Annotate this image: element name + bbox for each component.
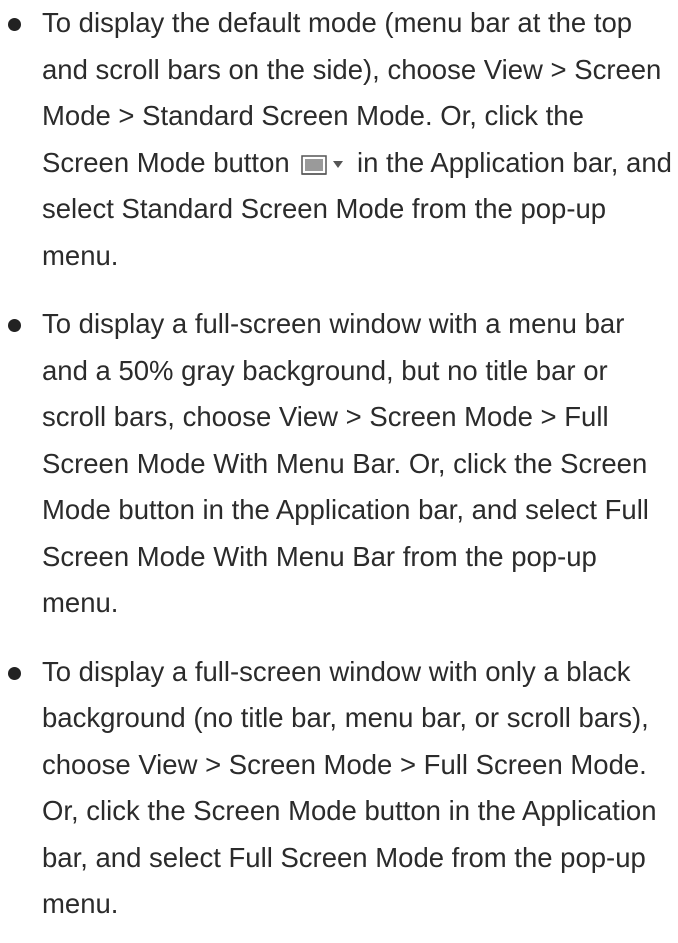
dropdown-arrow-icon <box>333 160 344 168</box>
list-item-standard-screen-mode: To display the default mode (menu bar at… <box>0 0 678 279</box>
list-item-full-screen-mode: To display a full-screen window with onl… <box>0 649 678 928</box>
list-item-full-screen-with-menu-bar: To display a full-screen window with a m… <box>0 301 678 627</box>
bullet-dot <box>8 18 21 31</box>
bullet-dot <box>8 666 21 680</box>
paragraph: To display the default mode (menu bar at… <box>42 0 674 279</box>
bullet-list: To display the default mode (menu bar at… <box>0 0 678 928</box>
paragraph: To display a full-screen window with a m… <box>42 308 649 618</box>
screen-mode-button-icon <box>301 154 344 175</box>
document-body: To display the default mode (menu bar at… <box>0 0 678 928</box>
screen-mode-icon <box>301 154 328 175</box>
bullet-dot <box>8 319 21 332</box>
paragraph: To display a full-screen window with onl… <box>42 655 657 920</box>
